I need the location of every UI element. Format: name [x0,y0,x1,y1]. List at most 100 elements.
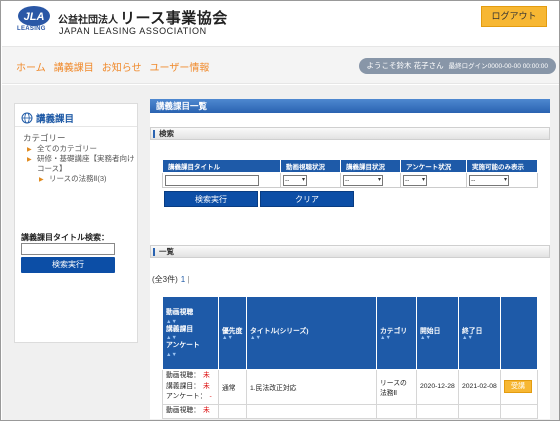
sidebar-search-button[interactable]: 検索実行 [21,257,115,273]
col-title: タイトル(シリーズ) ▲▼ [246,296,377,370]
nav-links: ホーム 講義課目 お知らせ ユーザー情報 [16,59,209,74]
table-row: 動画視聴：未 [162,403,538,419]
category-item-lease-law[interactable]: ▶ リースの法務Ⅱ(3) [25,174,135,184]
col-start-date-label: 開始日 [420,328,441,335]
sort-category-icon[interactable]: ▲▼ [380,335,413,341]
status-survey-value: - [209,393,212,400]
col-priority: 優先度 ▲▼ [218,296,247,370]
col-category-label: カテゴリ [380,328,408,335]
sort-priority-icon[interactable]: ▲▼ [222,335,243,341]
category-item-label: 全てのカテゴリー [37,144,97,153]
org-prefix: 公益社団法人 [58,15,118,26]
welcome-badge: ようこそ鈴木 花子さん 最終ログイン0000-00-00 00:00:00 [358,58,556,74]
row-title[interactable]: 1.民法改正対応 [246,369,377,405]
page-separator: | [187,275,190,284]
globe-icon [21,112,33,124]
main-panel: 講義課目一覧 検索 講義課目タイトル 動画視聴状況 講義課目状況 アンケート状況… [150,99,550,419]
jla-logo-icon: JLA [18,6,50,26]
sort-title-icon[interactable]: ▲▼ [250,335,373,341]
sidebar: 講義課目 カテゴリー ▶ 全てのカテゴリー ▶ 研修・基礎講座【実務者向けコース】 … [14,103,138,343]
logout-button[interactable]: ログアウト [481,6,547,27]
status-video-label: 動画視聴 [166,372,194,379]
col-title-label: タイトル(シリーズ) [250,328,309,335]
svg-text:JLA: JLA [24,11,45,23]
status-video-label: 動画視聴 [166,406,194,414]
content-area: 講義課目 カテゴリー ▶ 全てのカテゴリー ▶ 研修・基礎講座【実務者向けコース】 … [2,85,559,420]
survey-status-select[interactable]: -- [403,174,427,186]
col-priority-label: 優先度 [222,328,243,335]
row-priority: 通常 [218,369,247,405]
row-action-cell: 受講 [500,369,538,405]
sidebar-search-label: 講義課目タイトル検索： [21,233,109,242]
sidebar-search-input[interactable] [21,243,115,255]
enroll-button[interactable]: 受講 [504,380,532,394]
search-col-video: 動画視聴状況 [280,159,341,173]
org-name: リース事業協会 [120,10,228,27]
col-end-date-label: 終了日 [462,328,483,335]
app-frame: JLA LEASING 公益社団法人 リース事業協会 JAPAN LEASING… [0,0,560,421]
sort-start-date-icon[interactable]: ▲▼ [420,335,455,341]
sidebar-divider [15,126,137,127]
triangle-right-icon: ▶ [39,177,44,183]
page-link-1[interactable]: 1 [181,275,185,284]
result-count: (全3件) 1 | [152,274,190,285]
nav-user-info-link[interactable]: ユーザー情報 [150,59,210,74]
category-item-label: リースの法務Ⅱ(3) [49,174,107,183]
clear-button[interactable]: クリア [260,191,354,207]
search-section-header: 検索 [150,127,550,140]
status-course-label: 講義課目 [166,382,194,390]
list-section-header: 一覧 [150,245,550,258]
status-video-value: 未 [202,372,210,379]
triangle-right-icon: ▶ [27,157,32,163]
sidebar-title: 講義課目 [21,111,74,125]
main-nav: ホーム 講義課目 お知らせ ユーザー情報 ようこそ鈴木 花子さん 最終ログイン00… [2,46,559,84]
category-list: ▶ 全てのカテゴリー ▶ 研修・基礎講座【実務者向けコース】 ▶ リースの法務Ⅱ(3) [25,144,135,184]
category-label: カテゴリー [23,133,66,143]
row-start-date: 2020-12-28 [416,369,459,405]
status-video-value: 未 [202,406,210,414]
col-course-label: 講義課目 [166,325,194,333]
category-item-practitioner-course[interactable]: ▶ 研修・基礎講座【実務者向けコース】 [25,154,135,174]
logo-leasing-text: LEASING [17,26,46,32]
status-course-value: 未 [202,382,210,390]
sort-end-date-icon[interactable]: ▲▼ [462,335,497,341]
available-only-select[interactable]: -- [469,174,509,186]
course-list-table: 動画視聴 ▲▼ 講義課目 ▲▼ アンケート ▲▼ 優先度 ▲▼ タイトル(シリー… [162,296,538,419]
sort-survey-icon[interactable]: ▲▼ [166,352,215,358]
course-status-select[interactable]: -- [343,174,383,186]
nav-home-link[interactable]: ホーム [16,59,46,74]
title-search-input[interactable] [165,174,259,186]
search-col-survey: アンケート状況 [400,159,467,173]
category-item-label: 研修・基礎講座【実務者向けコース】 [37,154,135,173]
col-status: 動画視聴 ▲▼ 講義課目 ▲▼ アンケート ▲▼ [162,296,219,370]
col-category: カテゴリ ▲▼ [376,296,417,370]
status-survey-label: アンケート [166,393,200,400]
row-category: リースの法務Ⅱ [376,369,417,405]
row-end-date: 2021-02-08 [458,369,501,405]
sort-course-icon[interactable]: ▲▼ [166,335,215,341]
search-execute-button[interactable]: 検索実行 [164,191,258,207]
col-end-date: 終了日 ▲▼ [458,296,501,370]
sort-video-icon[interactable]: ▲▼ [166,319,215,325]
row-status-cell: 動画視聴：未 [162,403,219,419]
col-survey-label: アンケート [166,342,200,350]
nav-courses-link[interactable]: 講義課目 [54,59,94,74]
search-col-title: 講義課目タイトル [162,159,281,173]
site-header: JLA LEASING 公益社団法人 リース事業協会 JAPAN LEASING… [2,2,559,40]
result-count-text: (全3件) [152,275,178,284]
last-login-text: 最終ログイン0000-00-00 00:00:00 [448,63,548,70]
table-row: 動画視聴：未 講義課目：未 アンケート： - 通常 1.民法改正対応 リースの法務… [162,369,538,405]
category-item-all[interactable]: ▶ 全てのカテゴリー [25,144,135,154]
org-english-name: JAPAN LEASING ASSOCIATION [59,26,207,36]
col-action [500,296,538,370]
video-status-select[interactable]: -- [283,174,307,186]
col-video-label: 動画視聴 [166,309,194,317]
sidebar-title-label: 講義課目 [36,114,75,125]
search-col-course: 講義課目状況 [340,159,401,173]
search-col-available: 実施可能のみ表示 [466,159,538,173]
nav-news-link[interactable]: お知らせ [102,59,142,74]
row-status-cell: 動画視聴：未 講義課目：未 アンケート： - [162,369,219,405]
col-start-date: 開始日 ▲▼ [416,296,459,370]
search-form-table: 講義課目タイトル 動画視聴状況 講義課目状況 アンケート状況 実施可能のみ表示 … [162,159,538,188]
page-title: 講義課目一覧 [150,99,550,113]
